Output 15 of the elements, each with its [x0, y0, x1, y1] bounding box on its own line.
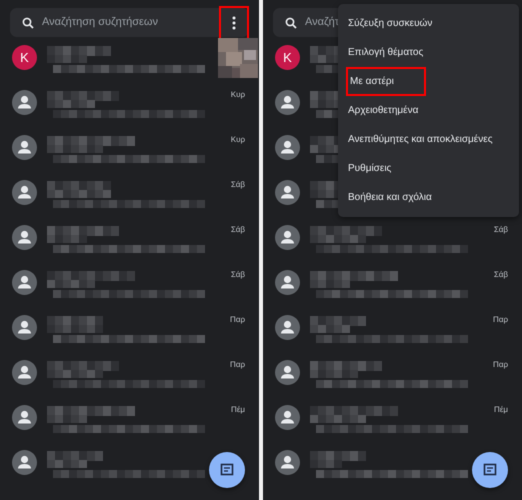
day-label: Σάβ: [230, 179, 245, 191]
day-label: Παρ: [230, 359, 245, 371]
day-label: Κυρ: [230, 89, 245, 101]
day-label: Πέμ: [231, 404, 245, 416]
day-label: Παρ: [493, 359, 508, 371]
day-label: Σάβ: [230, 269, 245, 281]
day-label: Σάβ: [494, 224, 508, 236]
day-label: Σάβ: [230, 224, 245, 236]
day-label: Παρ: [230, 314, 245, 326]
avatar: K: [275, 45, 300, 70]
day-label: Πέμ: [494, 404, 508, 416]
day-label: Κυρ: [230, 134, 245, 146]
day-label: Σάβ: [494, 269, 508, 281]
avatar: K: [12, 45, 37, 70]
day-label: Παρ: [493, 314, 508, 326]
